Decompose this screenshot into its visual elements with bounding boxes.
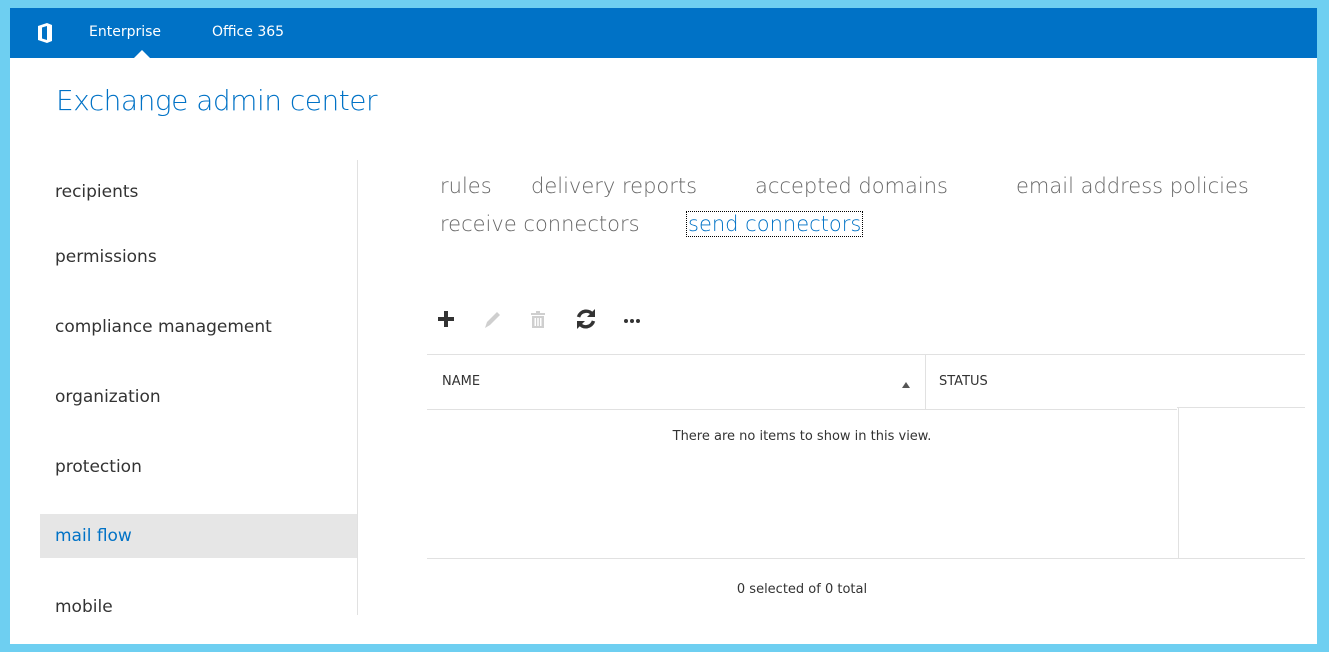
leftnav-item-mobile[interactable]: mobile	[40, 585, 358, 629]
selection-count: 0 selected of 0 total	[736, 582, 868, 597]
leftnav-item-permissions[interactable]: permissions	[40, 235, 358, 279]
delete-button[interactable]	[526, 306, 552, 334]
details-pane-top	[1177, 407, 1305, 408]
nav-office-365[interactable]: Office 365	[212, 8, 284, 58]
grid-bottom-border	[427, 558, 1305, 559]
edit-button[interactable]	[480, 306, 506, 334]
column-header-status[interactable]: STATUS	[939, 374, 988, 389]
leftnav-item-recipients[interactable]: recipients	[40, 170, 358, 214]
more-button[interactable]	[620, 306, 646, 334]
grid-top-border	[427, 354, 1177, 355]
edit-icon	[485, 312, 500, 328]
delete-icon	[531, 311, 545, 328]
office-logo-icon[interactable]	[37, 22, 53, 44]
leftnav-item-organization[interactable]: organization	[40, 375, 358, 419]
header-bottom-border	[427, 409, 1177, 410]
leftnav-item-compliance-management[interactable]: compliance management	[40, 305, 358, 349]
subtab-accepted-domains[interactable]: accepted domains	[755, 174, 948, 198]
sort-ascending-icon	[902, 382, 910, 388]
subtab-receive-connectors[interactable]: receive connectors	[440, 212, 640, 236]
page-title: Exchange admin center	[56, 84, 377, 117]
subtab-delivery-reports[interactable]: delivery reports	[531, 174, 697, 198]
add-icon	[438, 311, 454, 327]
subtab-email-address-policies[interactable]: email address policies	[1016, 174, 1249, 198]
column-header-name[interactable]: NAME	[442, 374, 480, 389]
details-pane-divider	[1178, 407, 1179, 559]
refresh-button[interactable]	[574, 306, 600, 334]
refresh-icon	[576, 309, 596, 329]
details-top-border	[1177, 354, 1305, 355]
subtab-rules[interactable]: rules	[440, 174, 492, 198]
nav-enterprise[interactable]: Enterprise	[89, 8, 161, 58]
top-navigation-bar: Enterprise Office 365	[10, 8, 1317, 58]
leftnav-item-protection[interactable]: protection	[40, 445, 358, 489]
nav-divider	[357, 160, 358, 615]
add-button[interactable]	[434, 306, 460, 334]
more-icon	[624, 319, 640, 323]
column-divider	[925, 354, 926, 409]
empty-grid-message: There are no items to show in this view.	[672, 429, 932, 444]
leftnav-item-mail-flow[interactable]: mail flow	[40, 514, 358, 558]
subtab-send-connectors[interactable]: send connectors	[685, 211, 864, 237]
connectors-grid: NAME STATUS There are no items to show i…	[427, 354, 1305, 559]
active-nav-caret	[134, 50, 150, 58]
